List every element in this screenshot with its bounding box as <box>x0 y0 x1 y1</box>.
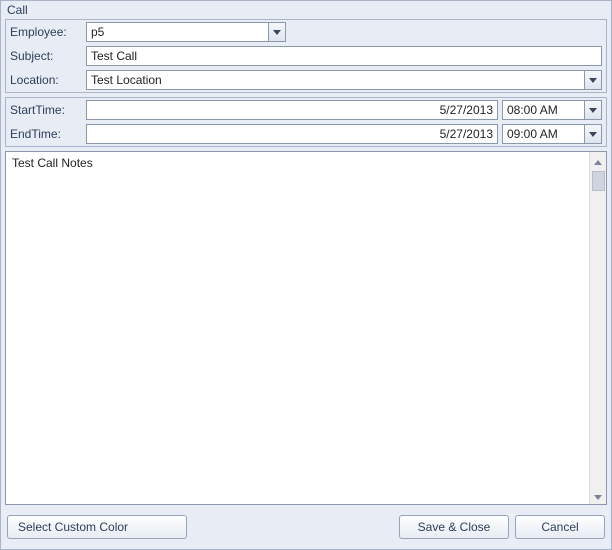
label-location: Location: <box>10 73 82 87</box>
notes-scrollbar[interactable] <box>589 152 606 504</box>
label-starttime: StartTime: <box>10 103 82 117</box>
employee-dropdown-button[interactable] <box>268 22 286 42</box>
scroll-thumb[interactable] <box>592 171 605 191</box>
button-bar: Select Custom Color Save & Close Cancel <box>1 507 611 549</box>
chevron-down-icon <box>273 30 281 35</box>
window-title: Call <box>1 1 611 17</box>
dialog-call: Call Employee: Subject: Location: <box>0 0 612 550</box>
chevron-down-icon <box>589 78 597 83</box>
notes-textarea[interactable] <box>6 152 589 504</box>
row-subject: Subject: <box>6 44 606 68</box>
start-date-input[interactable] <box>86 100 498 120</box>
end-time-dropdown-button[interactable] <box>584 124 602 144</box>
location-dropdown-button[interactable] <box>584 70 602 90</box>
label-endtime: EndTime: <box>10 127 82 141</box>
row-endtime: EndTime: <box>6 122 606 146</box>
employee-combo[interactable] <box>86 22 286 42</box>
section-main-fields: Employee: Subject: Location: <box>5 19 607 93</box>
save-close-button[interactable]: Save & Close <box>399 515 509 539</box>
start-time-dropdown-button[interactable] <box>584 100 602 120</box>
cancel-button[interactable]: Cancel <box>515 515 605 539</box>
label-subject: Subject: <box>10 49 82 63</box>
end-time-input[interactable] <box>502 124 584 144</box>
location-input[interactable] <box>86 70 584 90</box>
row-location: Location: <box>6 68 606 92</box>
start-time-combo[interactable] <box>502 100 602 120</box>
row-employee: Employee: <box>6 20 606 44</box>
row-starttime: StartTime: <box>6 98 606 122</box>
chevron-down-icon <box>594 489 602 503</box>
notes-area <box>5 151 607 505</box>
employee-input[interactable] <box>86 22 268 42</box>
chevron-down-icon <box>589 108 597 113</box>
chevron-down-icon <box>589 132 597 137</box>
location-combo[interactable] <box>86 70 602 90</box>
select-custom-color-button[interactable]: Select Custom Color <box>7 515 187 539</box>
start-time-input[interactable] <box>502 100 584 120</box>
end-time-combo[interactable] <box>502 124 602 144</box>
chevron-up-icon <box>594 154 602 168</box>
label-employee: Employee: <box>10 25 82 39</box>
scroll-up-button[interactable] <box>590 152 607 169</box>
scroll-down-button[interactable] <box>590 487 607 504</box>
subject-input[interactable] <box>86 46 602 66</box>
section-time-fields: StartTime: EndTime: <box>5 97 607 147</box>
end-date-input[interactable] <box>86 124 498 144</box>
